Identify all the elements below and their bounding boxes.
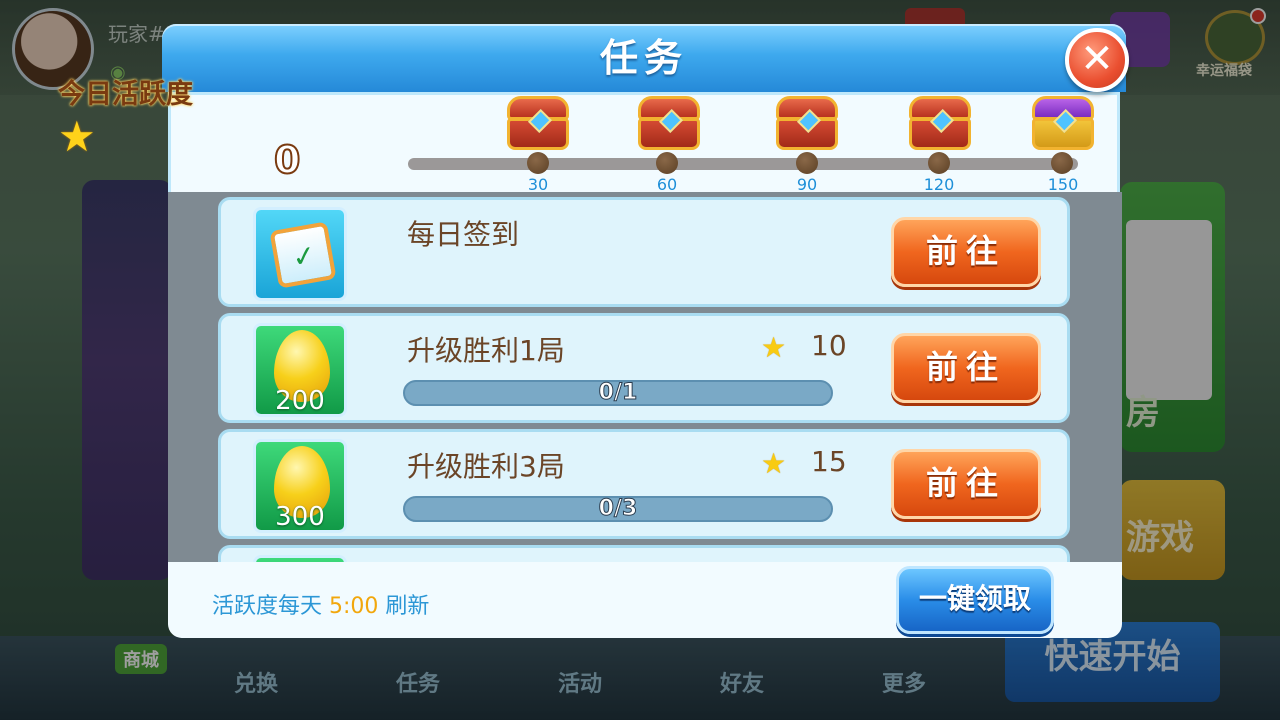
- task-progress-text: 0/3: [598, 496, 638, 521]
- modal-footer: 活跃度每天 5:00 刷新 一键领取: [168, 562, 1122, 638]
- grand-treasure-chest-icon[interactable]: [1032, 96, 1094, 150]
- treasure-chest-icon[interactable]: [776, 96, 838, 150]
- star-icon: ★: [761, 447, 787, 480]
- close-button[interactable]: ✕: [1065, 28, 1129, 92]
- task-row: 300 升级胜利3局 ★ 15 0/3 前往: [218, 429, 1070, 539]
- refresh-prefix: 活跃度每天: [212, 594, 323, 619]
- star-icon: ★: [58, 112, 96, 161]
- milestone-node: [527, 152, 549, 174]
- activity-value: 0: [273, 137, 301, 183]
- gold-egg-icon: 300: [253, 439, 347, 533]
- treasure-chest-icon[interactable]: [638, 96, 700, 150]
- task-row: [218, 545, 1070, 562]
- go-button[interactable]: 前往: [891, 449, 1041, 519]
- go-button[interactable]: 前往: [891, 217, 1041, 287]
- treasure-chest-icon[interactable]: [909, 96, 971, 150]
- treasure-chest-icon[interactable]: [507, 96, 569, 150]
- task-name: 升级胜利1局: [407, 334, 565, 367]
- egg-amount: 300: [275, 502, 325, 532]
- activity-title: 今日活跃度: [58, 79, 193, 110]
- go-button[interactable]: 前往: [891, 333, 1041, 403]
- egg-amount: 200: [275, 386, 325, 416]
- star-icon: ★: [761, 331, 787, 364]
- task-reward: 10: [811, 329, 847, 362]
- refresh-time: 5:00: [329, 594, 379, 619]
- task-progress-text: 0/1: [598, 380, 638, 405]
- refresh-suffix: 刷新: [385, 594, 430, 619]
- sign-in-calendar-icon: ✓: [253, 207, 347, 301]
- task-progress-bar: 0/3: [403, 496, 833, 522]
- milestone-node: [928, 152, 950, 174]
- task-name: 每日签到: [407, 218, 520, 251]
- task-name: 升级胜利3局: [407, 450, 565, 483]
- milestone-node: [1051, 152, 1073, 174]
- task-reward: 15: [811, 445, 847, 478]
- claim-all-button[interactable]: 一键领取: [896, 566, 1054, 634]
- gold-egg-icon: [253, 555, 347, 562]
- refresh-note: 活跃度每天 5:00 刷新: [212, 588, 429, 620]
- modal-title: 任务: [599, 36, 688, 80]
- milestone-node: [656, 152, 678, 174]
- task-row: 200 升级胜利1局 ★ 10 0/1 前往: [218, 313, 1070, 423]
- activity-progress-track: [408, 158, 1078, 170]
- gold-egg-icon: 200: [253, 323, 347, 417]
- task-progress-bar: 0/1: [403, 380, 833, 406]
- task-list[interactable]: ✓ 每日签到 前往 200 升级胜利1局 ★ 10 0/1 前往 300 升级胜…: [168, 192, 1122, 562]
- task-row: ✓ 每日签到 前往: [218, 197, 1070, 307]
- milestone-node: [796, 152, 818, 174]
